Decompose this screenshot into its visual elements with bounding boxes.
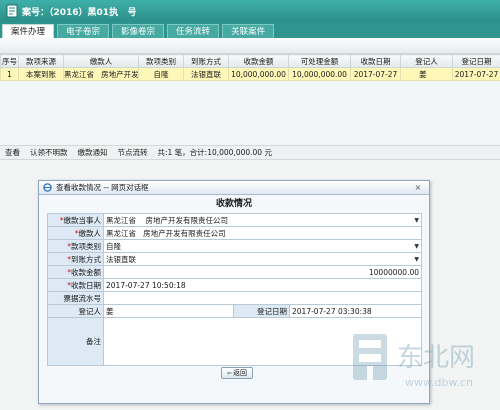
tab-related-cases[interactable]: 关联案件 <box>222 24 275 38</box>
watermark-url: www.dbw.cn <box>405 376 473 389</box>
cell-available: 10,000,000.00 <box>288 67 351 81</box>
reg-date-field: 2017-07-27 03:30:38 <box>289 304 422 318</box>
back-arrow-icon: ⇐ <box>226 370 233 377</box>
memo-label: 备注 <box>47 317 104 366</box>
category-select[interactable]: 自隆 ▼ <box>103 239 422 253</box>
col-header-registrar[interactable]: 登记人 <box>400 54 453 68</box>
watermark-text: 东北网 <box>397 343 475 373</box>
claim-unknown-button[interactable]: 认领不明款 <box>30 147 68 158</box>
chevron-down-icon: ▼ <box>414 216 419 224</box>
registrar-field: 姜 <box>103 304 234 318</box>
browser-icon <box>43 183 52 192</box>
payer-party-value: 黑龙江省 房地产开发有限责任公司 <box>106 215 229 225</box>
form-heading: 收款情况 <box>215 199 252 209</box>
grid-header-row: 序号 款项来源 缴款人 款项类别 到账方式 收款金额 可处理金额 收款日期 登记… <box>0 54 500 68</box>
col-header-reg-date[interactable]: 登记日期 <box>452 54 500 68</box>
method-select[interactable]: 法银直联 ▼ <box>103 252 422 266</box>
tab-strip: 案件办理 电子卷宗 影像卷宗 任务流转 关联案件 <box>0 22 500 38</box>
col-header-available[interactable]: 可处理金额 <box>288 54 351 68</box>
col-header-index[interactable]: 序号 <box>0 54 19 68</box>
col-header-amount[interactable]: 收款金额 <box>228 54 289 68</box>
grid-action-bar: 查看 认领不明款 缴款通知 节点流转 共:1 笔，合计:10,000,000.0… <box>0 145 500 160</box>
site-watermark-logo: 东北网 www.dbw.cn <box>353 334 475 389</box>
dialog-title: 查看收款情况 -- 网页对话框 <box>56 183 149 192</box>
date-field[interactable]: 2017-07-27 10:50:18 <box>103 278 422 292</box>
node-transfer-button[interactable]: 节点流转 <box>118 147 148 158</box>
document-icon <box>6 4 18 18</box>
chevron-down-icon: ▼ <box>414 255 419 263</box>
payer-field[interactable]: 黑龙江省 房地产开发有限责任公司 <box>103 226 422 240</box>
col-header-source[interactable]: 款项来源 <box>18 54 64 68</box>
case-title: 案号：（2016）黑01执 号 <box>22 7 137 18</box>
method-value: 法银直联 <box>106 254 136 264</box>
cell-index: 1 <box>0 67 19 81</box>
amount-field[interactable]: 10000000.00 <box>103 265 422 279</box>
receipt-label: 票据流水号 <box>47 291 104 305</box>
tab-image-file[interactable]: 影像卷宗 <box>112 24 165 38</box>
receipt-field[interactable] <box>103 291 422 305</box>
tab-task-flow[interactable]: 任务流转 <box>167 24 220 38</box>
payment-grid-area: 序号 款项来源 缴款人 款项类别 到账方式 收款金额 可处理金额 收款日期 登记… <box>0 38 500 148</box>
cell-date: 2017-07-27 <box>350 67 401 81</box>
table-row[interactable]: 1 本案到账 黑龙江省 房地产开发有 自隆 法银直联 10,000,000.00… <box>0 67 500 81</box>
date-label: *收款日期 <box>47 278 104 292</box>
cell-method: 法银直联 <box>183 67 229 81</box>
view-button[interactable]: 查看 <box>5 147 20 158</box>
category-label: *款项类别 <box>47 239 104 253</box>
cell-reg-date: 2017-07-27 <box>452 67 500 81</box>
cell-source: 本案到账 <box>18 67 64 81</box>
reg-date-label: 登记日期 <box>233 304 290 318</box>
registrar-label: 登记人 <box>47 304 104 318</box>
category-value: 自隆 <box>106 241 121 251</box>
col-header-category[interactable]: 款项类别 <box>138 54 184 68</box>
close-icon[interactable]: × <box>411 183 425 193</box>
amount-label: *收款金额 <box>47 265 104 279</box>
payment-grid: 序号 款项来源 缴款人 款项类别 到账方式 收款金额 可处理金额 收款日期 登记… <box>0 54 500 81</box>
col-header-date[interactable]: 收款日期 <box>350 54 401 68</box>
chevron-down-icon: ▼ <box>414 242 419 250</box>
cell-category: 自隆 <box>138 67 184 81</box>
col-header-method[interactable]: 到账方式 <box>183 54 229 68</box>
payer-label: *缴款人 <box>47 226 104 240</box>
return-button[interactable]: ⇐返回 <box>221 367 253 379</box>
tab-case-handling[interactable]: 案件办理 <box>2 24 55 38</box>
cell-payer: 黑龙江省 房地产开发有 <box>63 67 139 81</box>
cell-amount: 10,000,000.00 <box>228 67 289 81</box>
return-button-label: 返回 <box>233 369 248 377</box>
method-label: *到账方式 <box>47 252 104 266</box>
dialog-title-bar: 查看收款情况 -- 网页对话框 <box>39 181 429 195</box>
grid-toolbar <box>0 38 500 54</box>
payer-party-select[interactable]: 黑龙江省 房地产开发有限责任公司 ▼ <box>103 213 422 227</box>
col-header-payer[interactable]: 缴款人 <box>63 54 139 68</box>
payment-notice-button[interactable]: 缴款通知 <box>78 147 108 158</box>
payer-party-label: *缴款当事人 <box>47 213 104 227</box>
total-summary: 共:1 笔，合计:10,000,000.00 元 <box>157 148 272 157</box>
title-bar: 案号：（2016）黑01执 号 <box>0 0 500 22</box>
cell-registrar: 姜 <box>400 67 453 81</box>
tab-electronic-file[interactable]: 电子卷宗 <box>57 24 110 38</box>
